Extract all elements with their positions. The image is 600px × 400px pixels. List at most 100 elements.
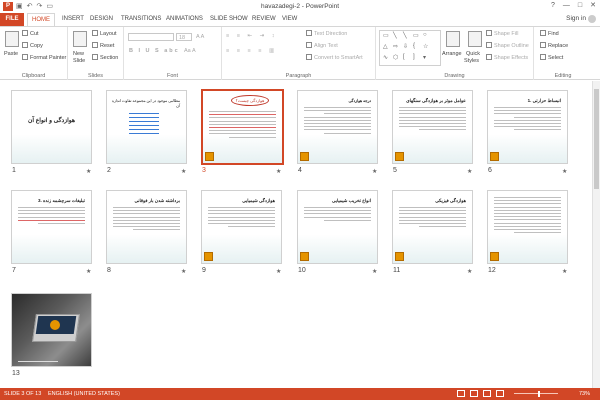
tab-transitions[interactable]: TRANSITIONS bbox=[121, 15, 161, 24]
format-painter-button[interactable]: Format Painter bbox=[22, 54, 66, 62]
slide-thumbnail-2[interactable]: مطالبی موجود در این مجموعه تفاوت اندازه … bbox=[106, 90, 187, 164]
slide-thumbnail-10[interactable]: انواع تخریب شیمیایی bbox=[297, 190, 378, 264]
tab-view[interactable]: VIEW bbox=[282, 15, 297, 24]
arrange-icon[interactable] bbox=[446, 31, 460, 47]
zoom-level[interactable]: 73% bbox=[579, 388, 590, 400]
slide-body-text bbox=[494, 197, 561, 235]
text-direction-button[interactable]: Text Direction bbox=[306, 30, 347, 38]
section-button[interactable]: Section bbox=[92, 54, 118, 62]
minimize-button[interactable]: — bbox=[563, 1, 570, 11]
slide-thumbnail-4[interactable]: درجه هوازدگی bbox=[297, 90, 378, 164]
shape-brace-icon[interactable]: { bbox=[413, 43, 415, 49]
slide-thumbnail-12[interactable] bbox=[487, 190, 568, 264]
convert-smartart-button[interactable]: Convert to SmartArt bbox=[306, 54, 363, 62]
transition-star-icon[interactable]: ★ bbox=[181, 168, 186, 175]
help-button[interactable]: ? bbox=[551, 1, 555, 11]
zoom-slider[interactable] bbox=[514, 393, 558, 394]
transition-star-icon[interactable]: ★ bbox=[181, 268, 186, 275]
tab-slide-show[interactable]: SLIDE SHOW bbox=[210, 15, 248, 24]
font-size-input[interactable]: 18 bbox=[176, 33, 192, 41]
shape-star-icon[interactable]: ☆ bbox=[423, 43, 428, 50]
slide-thumbnail-6[interactable]: 1. انبساط حرارتی bbox=[487, 90, 568, 164]
shape-arrow2-icon[interactable]: ⇩ bbox=[403, 43, 408, 50]
shape-bracket2-icon[interactable]: ] bbox=[413, 54, 415, 60]
shape-rectangle-icon[interactable]: ▭ bbox=[383, 32, 389, 39]
transition-star-icon[interactable]: ★ bbox=[86, 168, 91, 175]
tab-home[interactable]: HOME bbox=[27, 13, 55, 27]
shape-rect2-icon[interactable]: ▭ bbox=[413, 32, 419, 39]
copy-button[interactable]: Copy bbox=[22, 42, 43, 50]
new-slide-button-line2[interactable]: Slide bbox=[73, 57, 85, 65]
shapes-gallery[interactable]: ▭ ╲ ╲ ▭ ○ △ ⇨ ⇩ { ☆ ∿ ⬡ [ ] ▾ bbox=[379, 30, 441, 66]
shape-more-icon[interactable]: ▾ bbox=[423, 54, 426, 61]
transition-star-icon[interactable]: ★ bbox=[467, 268, 472, 275]
shape-fill-button[interactable]: Shape Fill bbox=[486, 30, 518, 38]
slide-title: هوازدگی چیست؟ bbox=[231, 95, 269, 106]
transition-star-icon[interactable]: ★ bbox=[276, 168, 281, 175]
zoom-slider-handle[interactable] bbox=[538, 391, 540, 397]
slide-sorter-view-icon[interactable] bbox=[470, 390, 478, 397]
slideshow-view-icon[interactable] bbox=[496, 390, 504, 397]
font-format-buttons[interactable]: B I U S abc bbox=[129, 47, 180, 55]
quick-styles-icon[interactable] bbox=[468, 31, 482, 47]
normal-view-icon[interactable] bbox=[457, 390, 465, 397]
paste-icon[interactable] bbox=[5, 31, 19, 47]
transition-star-icon[interactable]: ★ bbox=[562, 268, 567, 275]
select-button[interactable]: Select bbox=[540, 54, 563, 62]
language-indicator[interactable]: ENGLISH (UNITED STATES) bbox=[48, 388, 120, 400]
section-icon bbox=[92, 54, 98, 60]
quick-styles-button-line2[interactable]: Styles bbox=[464, 57, 479, 65]
transition-star-icon[interactable]: ★ bbox=[276, 268, 281, 275]
scrollbar-thumb[interactable] bbox=[594, 89, 599, 189]
shape-arrow-icon[interactable]: ⇨ bbox=[393, 43, 398, 50]
paste-button[interactable]: Paste bbox=[4, 50, 18, 58]
slide-thumbnail-1[interactable]: هوازدگی و انواع آن bbox=[11, 90, 92, 164]
slide-thumbnail-9[interactable]: هوازدگی شیمیایی bbox=[201, 190, 282, 264]
transition-star-icon[interactable]: ★ bbox=[86, 268, 91, 275]
arrange-button[interactable]: Arrange bbox=[442, 50, 462, 58]
vertical-scrollbar[interactable] bbox=[592, 81, 600, 388]
shape-effects-button[interactable]: Shape Effects bbox=[486, 54, 528, 62]
account-avatar[interactable] bbox=[588, 15, 596, 23]
list-buttons[interactable]: ≡ ≡ ⇤ ⇥ ↕ bbox=[226, 32, 278, 40]
slide-thumbnail-13[interactable] bbox=[11, 293, 92, 367]
transition-star-icon[interactable]: ★ bbox=[372, 268, 377, 275]
cut-button[interactable]: Cut bbox=[22, 30, 39, 38]
shape-hex-icon[interactable]: ⬡ bbox=[393, 54, 398, 61]
transition-star-icon[interactable]: ★ bbox=[372, 168, 377, 175]
transition-star-icon[interactable]: ★ bbox=[467, 168, 472, 175]
new-slide-icon[interactable] bbox=[73, 31, 87, 47]
font-name-input[interactable] bbox=[128, 33, 174, 41]
reset-button[interactable]: Reset bbox=[92, 42, 114, 50]
shape-bracket-icon[interactable]: [ bbox=[403, 54, 405, 60]
tab-animations[interactable]: ANIMATIONS bbox=[166, 15, 203, 24]
transition-star-icon[interactable]: ★ bbox=[562, 168, 567, 175]
slide-thumbnail-3[interactable]: هوازدگی چیست؟ bbox=[201, 89, 284, 165]
slide-title: 3. تبلیغات سرچشمه زنده bbox=[38, 198, 85, 203]
shape-curve-icon[interactable]: ∿ bbox=[383, 54, 388, 61]
tab-design[interactable]: DESIGN bbox=[90, 15, 113, 24]
grow-font-icon[interactable]: A A bbox=[196, 33, 204, 41]
shape-outline-button[interactable]: Shape Outline bbox=[486, 42, 529, 50]
shape-line2-icon[interactable]: ╲ bbox=[403, 32, 407, 39]
font-color-icon[interactable]: Aa A bbox=[184, 47, 196, 55]
tab-insert[interactable]: INSERT bbox=[62, 15, 84, 24]
align-text-button[interactable]: Align Text bbox=[306, 42, 338, 50]
shape-triangle-icon[interactable]: △ bbox=[383, 43, 388, 50]
replace-button[interactable]: Replace bbox=[540, 42, 568, 50]
slide-thumbnail-7[interactable]: 3. تبلیغات سرچشمه زنده bbox=[11, 190, 92, 264]
reading-view-icon[interactable] bbox=[483, 390, 491, 397]
close-button[interactable]: ✕ bbox=[590, 1, 596, 11]
slide-thumbnail-5[interactable]: عوامل موثر بر هوازدگی سنگهای bbox=[392, 90, 473, 164]
shape-line-icon[interactable]: ╲ bbox=[393, 32, 397, 39]
find-button[interactable]: Find bbox=[540, 30, 559, 38]
shape-oval-icon[interactable]: ○ bbox=[423, 32, 427, 38]
maximize-button[interactable]: □ bbox=[578, 1, 582, 11]
layout-button[interactable]: Layout bbox=[92, 30, 117, 38]
sign-in-link[interactable]: Sign in bbox=[566, 15, 586, 22]
tab-file[interactable]: FILE bbox=[0, 13, 24, 26]
slide-thumbnail-11[interactable]: هوازدگی فیزیکی bbox=[392, 190, 473, 264]
align-buttons[interactable]: ≡ ≡ ≡ ≡ ▥ bbox=[226, 47, 277, 55]
tab-review[interactable]: REVIEW bbox=[252, 15, 276, 24]
slide-thumbnail-8[interactable]: برداشته شدن بار فوقانی bbox=[106, 190, 187, 264]
